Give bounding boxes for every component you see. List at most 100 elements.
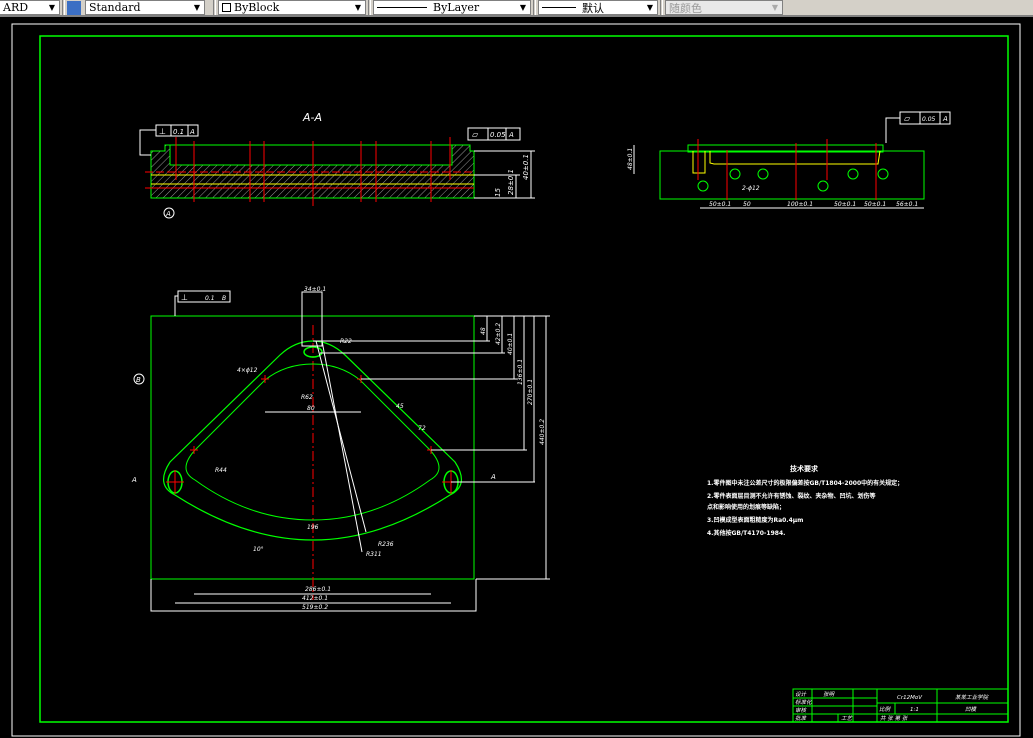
fcf-datum: A (508, 131, 514, 139)
dim-text: 34±0.1 (304, 286, 326, 293)
color-select[interactable]: ByBlock ▼ (218, 0, 366, 15)
text-style-select[interactable]: ARD ▼ (0, 0, 60, 15)
dim-text: 412±0.1 (302, 595, 328, 602)
dim-text: 42±0.2 (495, 323, 502, 345)
side-view: 50±0.1 50 100±0.1 50±0.1 50±0.1 56±0.1 2… (627, 111, 951, 209)
section-mark: A (490, 473, 496, 481)
text-style-value: ARD (3, 1, 29, 14)
dim-text: 196 (307, 524, 319, 531)
fcf-tolerance: 0.05 (922, 116, 936, 123)
dim-text: 72 (418, 425, 426, 432)
tech-req-title: 技术要求 (790, 464, 819, 473)
fcf-symbol: ▱ (904, 114, 911, 123)
fcf-tolerance: 0.1 (173, 128, 184, 136)
tb-design-label: 设计 (795, 691, 807, 698)
fcf-datum: A (942, 115, 948, 123)
dim-text: 45 (396, 403, 404, 410)
chevron-down-icon: ▼ (771, 3, 778, 12)
toolbar-separator (533, 0, 536, 15)
tb-process-label: 工艺 (841, 715, 854, 722)
dim-style-select[interactable]: Standard ▼ (85, 0, 205, 15)
chevron-down-icon: ▼ (646, 3, 653, 12)
tb-designer: 张明 (823, 691, 836, 698)
dim-text: 4×ϕ12 (237, 367, 258, 374)
dim-text: R311 (366, 551, 382, 558)
section-title: A-A (302, 111, 322, 124)
dim-text: 286±0.1 (305, 586, 331, 593)
dim-text: 519±0.2 (302, 604, 328, 611)
fcf-top-right: ▱ 0.05 A (467, 127, 521, 141)
linetype-select[interactable]: ByLayer ▼ (373, 0, 531, 15)
dimension-style-icon[interactable] (67, 0, 81, 15)
lineweight-value: 默认 (582, 1, 604, 15)
chevron-down-icon: ▼ (354, 3, 361, 12)
dim-text: R236 (378, 541, 394, 548)
dim-text: R62 (301, 394, 313, 401)
lineweight-select[interactable]: 默认 ▼ (538, 0, 658, 15)
toolbar-separator (62, 0, 65, 15)
fcf-symbol: ⊥ (181, 293, 188, 302)
tb-material: Cr12MoV (897, 695, 923, 701)
fcf-tolerance: 0.1 (205, 295, 215, 302)
dim-text: 48 (480, 327, 487, 335)
tb-part-name: 凹模 (965, 706, 978, 713)
dim-text: 40±0.1 (522, 154, 530, 180)
dim-text: 270±0.1 (527, 379, 534, 405)
tech-req-line: 1.零件图中未注公差尺寸的极限偏差按GB/T1804-2000中的有关规定； (707, 479, 903, 487)
plot-style-value: 随颜色 (669, 1, 702, 15)
toolbar-separator (660, 0, 663, 15)
tb-standard-label: 标准化 (795, 699, 813, 706)
tb-school: 某某工业学院 (955, 694, 990, 701)
fcf-datum: A (189, 128, 195, 136)
section-view: A-A ⊥ 0.1 A ▱ 0.05 A 40±0.1 28±0.1 15 A (139, 111, 535, 219)
dim-text: 48±0.1 (627, 148, 634, 170)
chevron-down-icon: ▼ (519, 3, 526, 12)
dim-text: 10° (253, 546, 264, 553)
tech-req-line: 4.其他按GB/T4170-1984. (707, 529, 785, 537)
dim-text: R22 (340, 338, 352, 345)
fcf-symbol: ⊥ (159, 127, 166, 136)
dim-text: 80 (307, 405, 315, 412)
dim-text: 50 (743, 201, 751, 208)
dim-text: 28±0.1 (507, 169, 515, 195)
color-swatch-icon (222, 3, 231, 12)
linetype-value: ByLayer (433, 1, 480, 14)
lineweight-preview (542, 7, 576, 8)
dim-text: R44 (215, 467, 227, 474)
tb-review-label: 审核 (795, 707, 808, 714)
dim-text: 100±0.1 (787, 201, 813, 208)
toolbar-separator (213, 0, 216, 15)
datum-label: A (165, 210, 171, 218)
dim-text: 40±0.1 (507, 333, 514, 355)
dim-text: 50±0.1 (709, 201, 731, 208)
dim-text: 50±0.1 (864, 201, 886, 208)
dim-text: 56±0.1 (896, 201, 918, 208)
linetype-preview (377, 7, 427, 8)
dim-text: 2-ϕ12 (742, 185, 760, 192)
tech-req-line: 2.零件表面层目测不允许有锈蚀、裂纹、夹杂物、凹坑、划伤等 (707, 492, 875, 500)
properties-toolbar: ARD ▼ Standard ▼ ByBlock ▼ ByLayer ▼ 默认 ▼ 随颜色… (0, 0, 1033, 17)
tech-req-line: 点和影响使用的划痕等缺陷； (707, 503, 785, 511)
color-value: ByBlock (234, 1, 280, 14)
fcf-side: ▱ 0.05 A (885, 111, 951, 143)
plan-view: 34±0.1 R22 4×ϕ12 R62 80 R44 45 72 196 10… (131, 286, 550, 612)
datum-label: B (136, 376, 141, 384)
toolbar-separator (368, 0, 371, 15)
tech-req-line: 3.凹模成型表面粗糙度为Ra0.4μm (707, 516, 803, 524)
drawing-canvas[interactable]: A-A ⊥ 0.1 A ▱ 0.05 A 40±0.1 28±0.1 15 A … (0, 19, 1033, 738)
chevron-down-icon: ▼ (193, 3, 200, 12)
tb-scale-label: 比例 (879, 706, 892, 713)
dim-text: 50±0.1 (834, 201, 856, 208)
dim-text: 136±0.1 (517, 359, 524, 385)
fcf-symbol: ▱ (472, 130, 479, 139)
dim-text: 440±0.2 (539, 419, 546, 445)
dim-text: 15 (494, 188, 502, 197)
title-block: 设计 张明 标准化 审核 批准 工艺 Cr12MoV 某某工业学院 比例 1:1… (792, 688, 1009, 723)
tb-scale: 1:1 (910, 707, 919, 713)
tb-approve-label: 批准 (795, 715, 808, 722)
dim-style-value: Standard (89, 1, 141, 14)
section-mark: A (131, 476, 137, 484)
plot-style-select[interactable]: 随颜色 ▼ (665, 0, 783, 15)
fcf-tolerance: 0.05 (490, 131, 506, 139)
chevron-down-icon: ▼ (48, 3, 55, 12)
